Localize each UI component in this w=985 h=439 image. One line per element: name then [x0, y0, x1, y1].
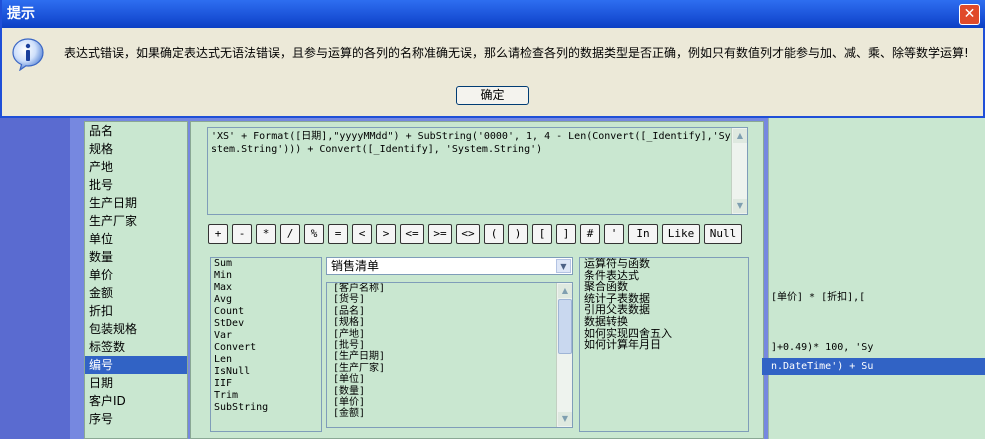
operator-button[interactable]: -	[232, 224, 252, 244]
column-item[interactable]: [金额]	[327, 408, 572, 419]
scroll-thumb[interactable]	[558, 299, 572, 354]
column-item[interactable]: [客户名称]	[327, 283, 572, 294]
operator-button[interactable]: '	[604, 224, 624, 244]
help-category-list[interactable]: 运算符与函数 条件表达式 聚合函数 统计子表数据 引用父表数据 数据转换 如何实…	[579, 257, 749, 432]
function-item[interactable]: Avg	[211, 294, 321, 306]
table-select-value: 销售清单	[331, 259, 380, 273]
field-item[interactable]: 生产日期	[85, 194, 187, 212]
column-item[interactable]: [数量]	[327, 386, 572, 397]
operator-button[interactable]: (	[484, 224, 504, 244]
ok-button[interactable]: 确定	[456, 86, 529, 105]
field-item[interactable]: 品名	[85, 122, 187, 140]
field-item[interactable]: 生产厂家	[85, 212, 187, 230]
operator-button[interactable]: <=	[400, 224, 424, 244]
dialog-title: 提示	[7, 6, 35, 22]
function-item[interactable]: IsNull	[211, 366, 321, 378]
operator-button[interactable]: /	[280, 224, 300, 244]
info-icon	[12, 38, 44, 71]
column-item[interactable]: [批号]	[327, 340, 572, 351]
close-icon[interactable]: ✕	[959, 4, 980, 25]
scroll-up-icon[interactable]: ▲	[733, 129, 747, 143]
function-item[interactable]: Len	[211, 354, 321, 366]
message-dialog: 提示 ✕ 表达式错误，如果确定表达式无语法错误，且参与运算的各列的名称准确无误，…	[0, 0, 985, 118]
function-item[interactable]: Min	[211, 270, 321, 282]
operator-button[interactable]: In	[628, 224, 658, 244]
field-item-selected[interactable]: 编号	[85, 356, 187, 374]
expression-scrollbar[interactable]: ▲ ▼	[731, 128, 747, 214]
operator-button[interactable]: *	[256, 224, 276, 244]
function-item[interactable]: SubString	[211, 402, 321, 414]
field-item[interactable]: 数量	[85, 248, 187, 266]
operator-button[interactable]: )	[508, 224, 528, 244]
field-item[interactable]: 金额	[85, 284, 187, 302]
operator-button[interactable]: ]	[556, 224, 576, 244]
field-item[interactable]: 产地	[85, 158, 187, 176]
operator-button[interactable]: Null	[704, 224, 742, 244]
column-list[interactable]: [客户名称] [货号] [品名] [规格] [产地] [批号] [生产日期] […	[326, 282, 573, 428]
field-item[interactable]: 日期	[85, 374, 187, 392]
scroll-down-icon[interactable]: ▼	[733, 199, 747, 213]
dialog-titlebar[interactable]: 提示 ✕	[2, 0, 985, 28]
scroll-up-icon[interactable]: ▲	[558, 284, 572, 298]
operator-button[interactable]: =	[328, 224, 348, 244]
expression-text[interactable]: 'XS' + Format([日期],"yyyyMMdd") + SubStri…	[211, 130, 731, 156]
field-item[interactable]: 客户ID	[85, 392, 187, 410]
operator-button[interactable]: %	[304, 224, 324, 244]
scroll-down-icon[interactable]: ▼	[558, 412, 572, 426]
function-list[interactable]: Sum Min Max Avg Count StDev Var Convert …	[210, 257, 322, 432]
category-item[interactable]: 运算符与函数	[580, 258, 748, 270]
field-item[interactable]: 规格	[85, 140, 187, 158]
function-item[interactable]: Var	[211, 330, 321, 342]
field-list[interactable]: 品名 规格 产地 批号 生产日期 生产厂家 单位 数量 单价 金额 折扣 包装规…	[84, 121, 188, 439]
column-item[interactable]: [品名]	[327, 306, 572, 317]
column-item[interactable]: [货号]	[327, 294, 572, 305]
function-item[interactable]: Sum	[211, 258, 321, 270]
field-item[interactable]: 包装规格	[85, 320, 187, 338]
field-item[interactable]: 单价	[85, 266, 187, 284]
field-item[interactable]: 序号	[85, 410, 187, 428]
operator-button[interactable]: <	[352, 224, 372, 244]
grid-panel	[768, 118, 985, 439]
column-item[interactable]: [规格]	[327, 317, 572, 328]
operator-button[interactable]: +	[208, 224, 228, 244]
column-list-scrollbar[interactable]: ▲ ▼	[556, 283, 572, 427]
field-item[interactable]: 折扣	[85, 302, 187, 320]
function-item[interactable]: Trim	[211, 390, 321, 402]
operator-toolbar: + - * / % = < > <= >= <> ( ) [ ] # ' In …	[208, 224, 748, 244]
operator-button[interactable]: <>	[456, 224, 480, 244]
operator-button[interactable]: >=	[428, 224, 452, 244]
operator-button[interactable]: [	[532, 224, 552, 244]
table-select[interactable]: 销售清单 ▼	[326, 257, 573, 275]
column-item[interactable]: [生产日期]	[327, 351, 572, 362]
field-item[interactable]: 标签数	[85, 338, 187, 356]
column-item[interactable]: [单价]	[327, 397, 572, 408]
column-item[interactable]: [产地]	[327, 329, 572, 340]
category-item[interactable]: 数据转换	[580, 316, 748, 328]
operator-button[interactable]: #	[580, 224, 600, 244]
field-item[interactable]: 单位	[85, 230, 187, 248]
function-item[interactable]: Convert	[211, 342, 321, 354]
function-item[interactable]: StDev	[211, 318, 321, 330]
column-item[interactable]: [生产厂家]	[327, 363, 572, 374]
category-item[interactable]: 如何计算年月日	[580, 339, 748, 351]
operator-button[interactable]: >	[376, 224, 396, 244]
grid-cell-text: ]+0.49)* 100, 'Sy	[771, 342, 874, 353]
field-item[interactable]: 批号	[85, 176, 187, 194]
grid-cell-text: n.DateTime') + Su	[771, 361, 874, 372]
function-item[interactable]: Max	[211, 282, 321, 294]
operator-button[interactable]: Like	[662, 224, 700, 244]
dialog-message: 表达式错误，如果确定表达式无语法错误，且参与运算的各列的名称准确无误，那么请检查…	[64, 46, 969, 60]
column-item[interactable]: [单位]	[327, 374, 572, 385]
function-item[interactable]: Count	[211, 306, 321, 318]
grid-cell-text: [单价] * [折扣],[	[771, 292, 866, 303]
expression-textbox[interactable]: 'XS' + Format([日期],"yyyyMMdd") + SubStri…	[207, 127, 748, 215]
chevron-down-icon[interactable]: ▼	[556, 259, 571, 273]
function-item[interactable]: IIF	[211, 378, 321, 390]
